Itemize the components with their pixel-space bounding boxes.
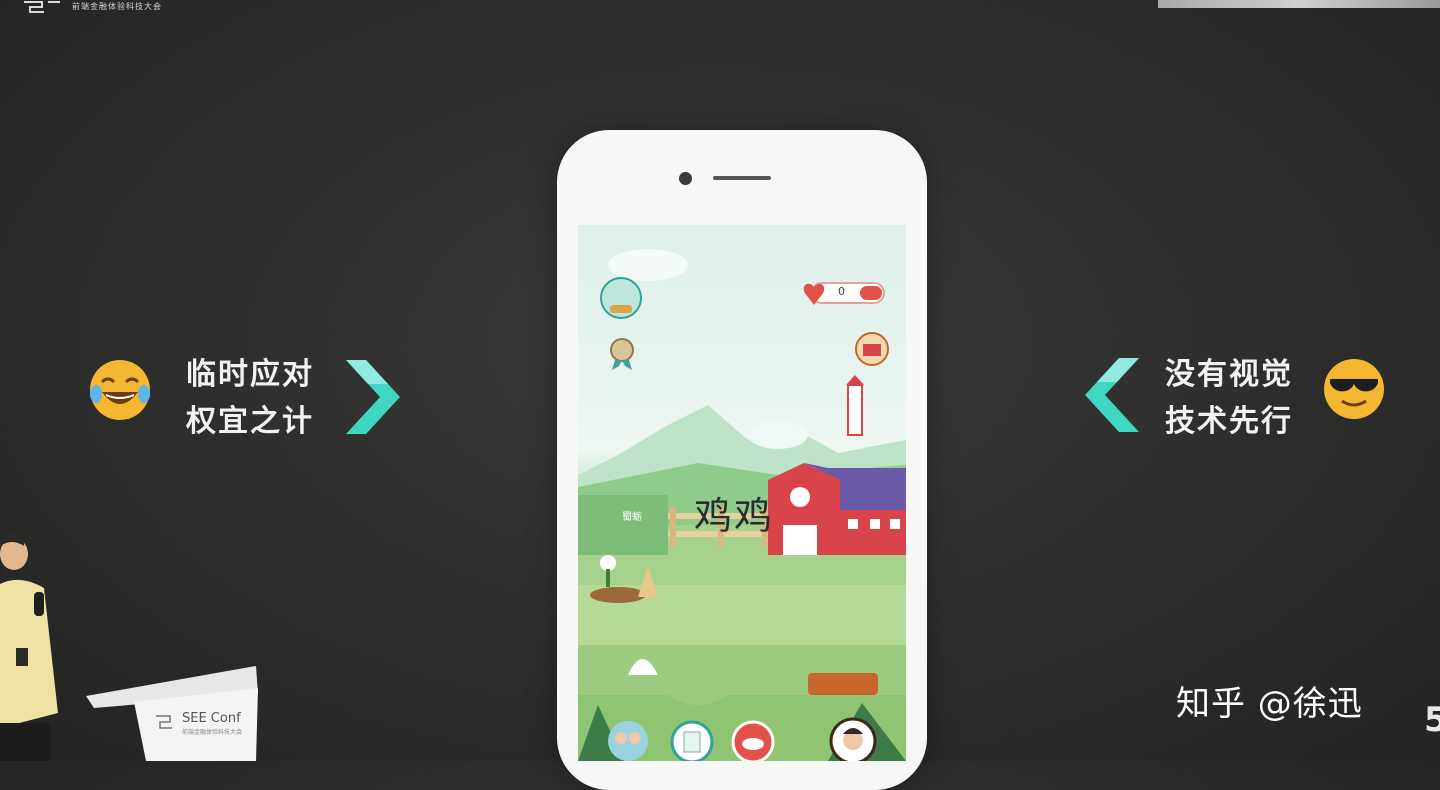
org-name: 前端金融体验科技大会 bbox=[72, 2, 162, 11]
zhihu-watermark: 知乎 @徐迅 bbox=[1176, 684, 1363, 724]
front-camera bbox=[679, 172, 692, 185]
right-line-2: 技术先行 bbox=[1165, 404, 1293, 439]
slide-photo: { "header": { "org_text": "前端金融体验科技大会" }… bbox=[0, 0, 1440, 790]
medal-icon[interactable] bbox=[607, 336, 637, 372]
left-text-block: 临时应对 权宜之计 bbox=[186, 351, 314, 445]
left-line-1: 临时应对 bbox=[186, 357, 314, 392]
podium-subtitle: 前端金融体验科技大会 bbox=[182, 729, 243, 736]
map-badge-icon[interactable] bbox=[598, 275, 644, 321]
slide-corner-number: 5 bbox=[1424, 700, 1440, 740]
chevron-right-icon bbox=[346, 360, 400, 434]
farm-sign-text: 蜀蛎 bbox=[622, 512, 642, 523]
avatar-badge-icon[interactable] bbox=[853, 330, 891, 370]
laughing-tears-emoji-icon bbox=[90, 360, 150, 420]
speaker-person bbox=[0, 532, 58, 761]
like-counter[interactable]: 0 bbox=[798, 279, 886, 307]
sunglasses-emoji-icon bbox=[1324, 359, 1384, 419]
chevron-left-icon bbox=[1085, 358, 1139, 432]
overlay-title: 鸡鸡 bbox=[694, 494, 775, 538]
like-count: 0 bbox=[838, 285, 845, 298]
conference-logo-icon bbox=[24, 1, 60, 13]
podium-brand: SEE Conf bbox=[182, 711, 241, 726]
phone-speaker bbox=[713, 176, 771, 180]
notes-tab-icon[interactable] bbox=[670, 720, 714, 761]
left-line-2: 权宜之计 bbox=[186, 404, 314, 439]
right-text-block: 没有视觉 技术先行 bbox=[1165, 351, 1293, 445]
profile-tab-icon[interactable] bbox=[828, 716, 878, 761]
cloud-tab-icon[interactable] bbox=[731, 720, 775, 761]
top-right-banner bbox=[1158, 0, 1440, 8]
friends-tab-icon[interactable] bbox=[605, 718, 651, 761]
right-line-1: 没有视觉 bbox=[1165, 357, 1293, 392]
